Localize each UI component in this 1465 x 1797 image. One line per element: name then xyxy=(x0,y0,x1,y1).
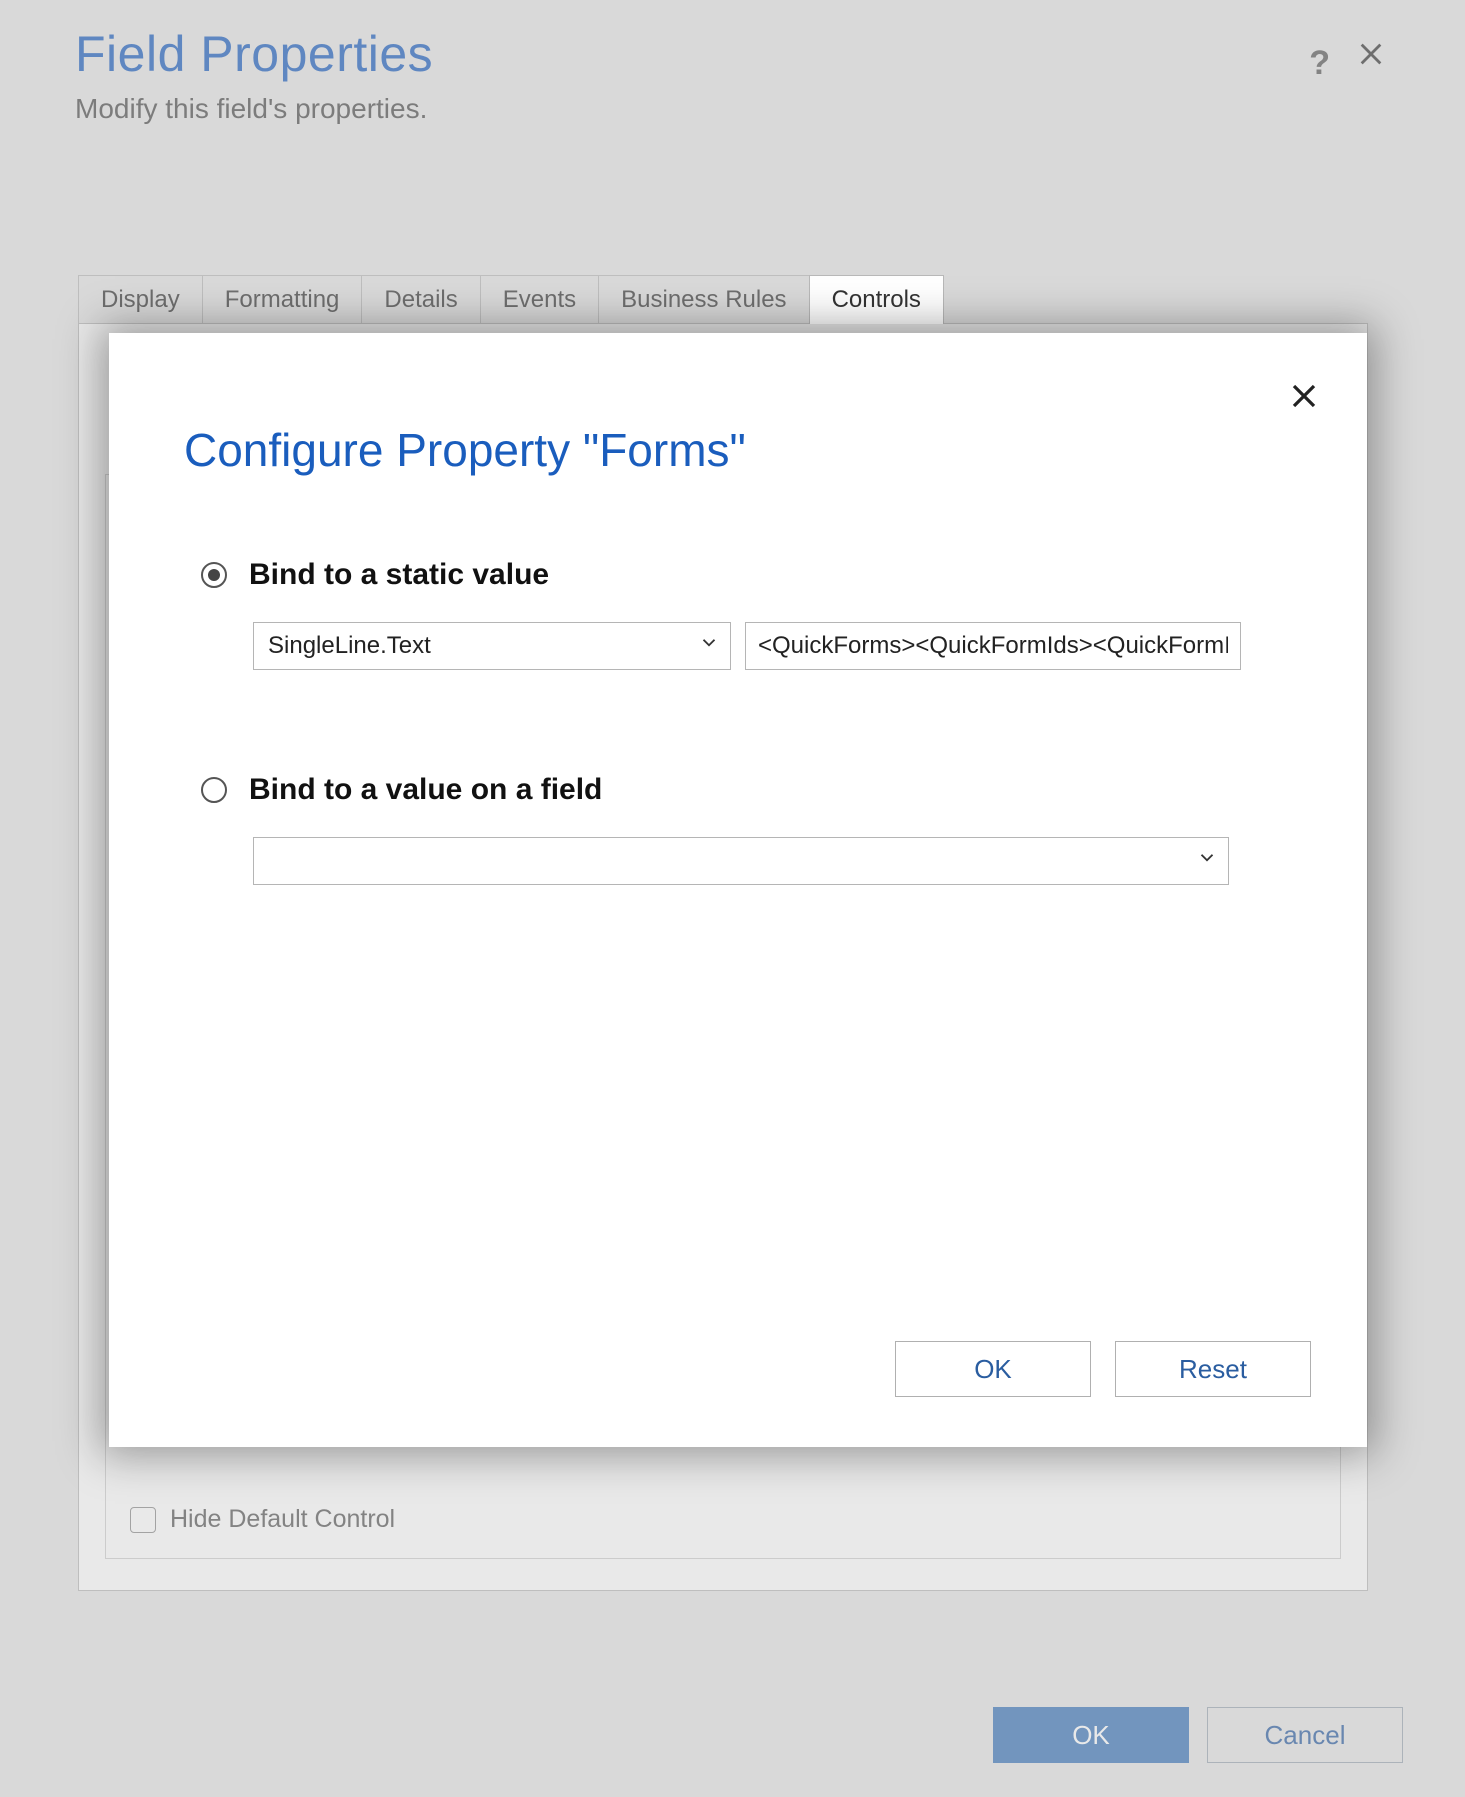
hide-default-control-label: Hide Default Control xyxy=(170,1505,395,1534)
dialog-title: Configure Property "Forms" xyxy=(184,423,746,477)
tab-events[interactable]: Events xyxy=(480,275,599,324)
tab-business-rules[interactable]: Business Rules xyxy=(598,275,809,324)
ok-button[interactable]: OK xyxy=(993,1707,1189,1763)
tab-label: Display xyxy=(101,286,180,313)
bind-field-label: Bind to a value on a field xyxy=(249,773,602,807)
close-icon[interactable] xyxy=(1357,40,1385,73)
static-type-select[interactable]: SingleLine.Text xyxy=(253,622,731,670)
chevron-down-icon xyxy=(698,632,720,661)
hide-default-control-checkbox[interactable] xyxy=(130,1507,156,1533)
tab-label: Details xyxy=(384,286,457,313)
bind-static-label: Bind to a static value xyxy=(249,558,549,592)
bind-static-radio[interactable] xyxy=(201,562,227,588)
tab-display[interactable]: Display xyxy=(78,275,203,324)
field-select[interactable] xyxy=(253,837,1229,885)
configure-property-dialog: Configure Property "Forms" Bind to a sta… xyxy=(109,333,1367,1447)
tab-label: Events xyxy=(503,286,576,313)
button-label: Reset xyxy=(1179,1354,1247,1385)
chevron-down-icon xyxy=(1196,847,1218,876)
close-icon[interactable] xyxy=(1289,381,1319,416)
button-label: OK xyxy=(974,1354,1012,1385)
dialog-reset-button[interactable]: Reset xyxy=(1115,1341,1311,1397)
tab-label: Business Rules xyxy=(621,286,786,313)
tab-formatting[interactable]: Formatting xyxy=(202,275,363,324)
help-icon[interactable]: ? xyxy=(1309,44,1330,83)
page-subtitle: Modify this field's properties. xyxy=(75,93,1375,125)
tab-controls[interactable]: Controls xyxy=(809,275,944,324)
tab-label: Controls xyxy=(832,286,921,313)
bind-field-radio[interactable] xyxy=(201,777,227,803)
tab-details[interactable]: Details xyxy=(361,275,480,324)
tab-bar: Display Formatting Details Events Busine… xyxy=(78,275,943,324)
button-label: Cancel xyxy=(1265,1720,1346,1751)
page-title: Field Properties xyxy=(75,25,1375,83)
bind-field-option: Bind to a value on a field xyxy=(201,773,1229,885)
static-value-input[interactable] xyxy=(745,622,1241,670)
tab-label: Formatting xyxy=(225,286,340,313)
select-value: SingleLine.Text xyxy=(268,632,431,660)
button-label: OK xyxy=(1072,1720,1110,1751)
dialog-ok-button[interactable]: OK xyxy=(895,1341,1091,1397)
cancel-button[interactable]: Cancel xyxy=(1207,1707,1403,1763)
bind-static-option: Bind to a static value SingleLine.Text xyxy=(201,558,1241,670)
